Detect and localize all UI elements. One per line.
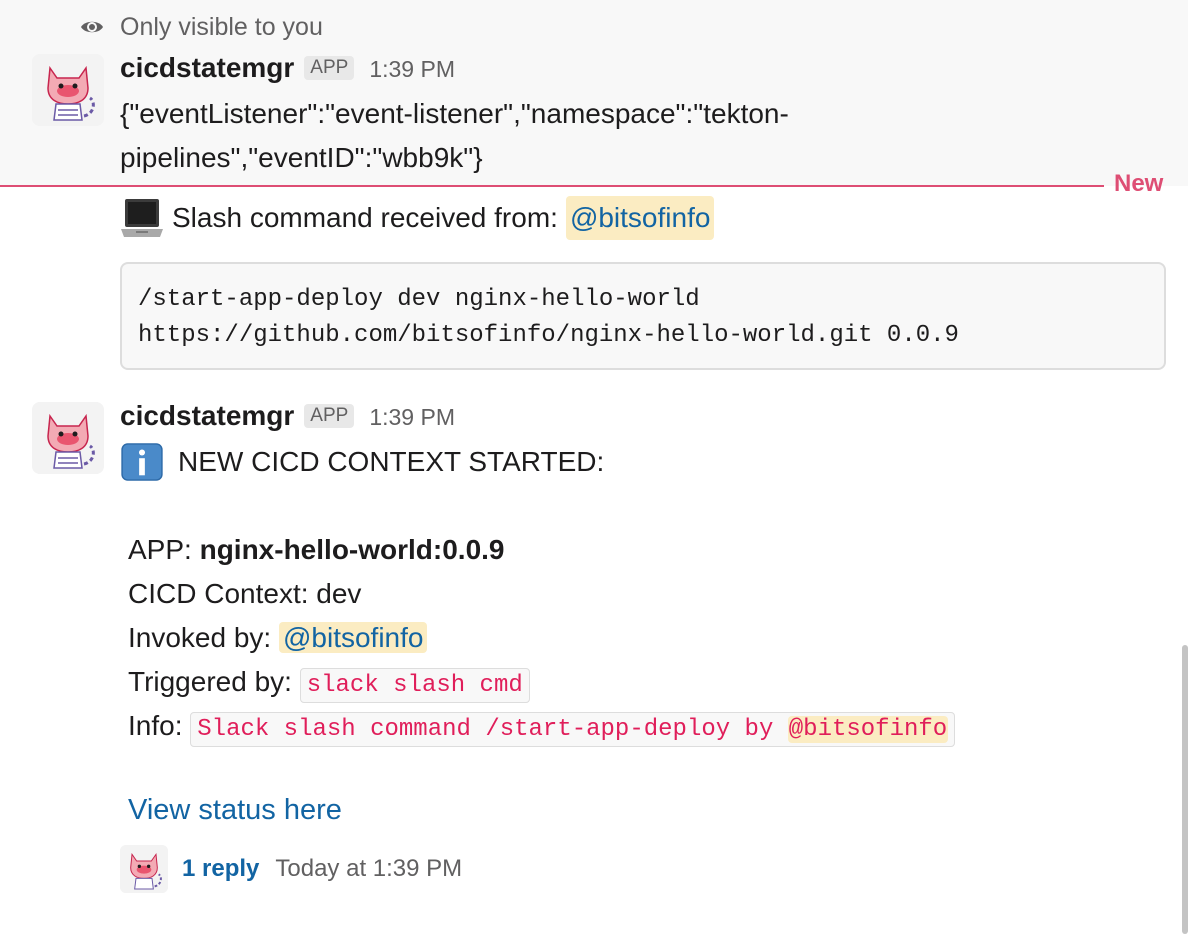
code-line: https://github.com/bitsofinfo/nginx-hell… [138,322,959,349]
message-text-line: {"eventListener":"event-listener","names… [120,98,789,129]
message-time[interactable]: 1:39 PM [369,404,455,431]
laptop-icon [121,199,163,237]
sender-name[interactable]: cicdstatemgr [120,400,294,432]
field-label: Triggered by: [128,666,292,697]
field-value: dev [316,578,362,609]
code-line: /start-app-deploy dev nginx-hello-world [138,286,700,313]
slash-command-text: Slash command received from: [172,202,558,233]
field-invoked-by: Invoked by: @bitsofinfo [128,616,428,660]
field-triggered-by: Triggered by: slack slash cmd [128,660,530,708]
field-cicd-context: CICD Context: dev [128,572,361,616]
message-time[interactable]: 1:39 PM [369,56,455,83]
heading-text: NEW CICD CONTEXT STARTED: [178,446,605,477]
field-label: Invoked by: [128,622,272,653]
message-header: cicdstatemgr APP 1:39 PM [120,52,455,84]
code-block: /start-app-deploy dev nginx-hello-world h… [120,262,1166,370]
ephemeral-message: Only visible to you cicdstatemgr APP 1:3… [0,0,1188,186]
thread-replies[interactable]: 1 reply Today at 1:39 PM [120,845,462,893]
message-header: cicdstatemgr APP 1:39 PM [120,400,455,432]
bot-avatar[interactable] [32,54,104,126]
inline-code-text: Slack slash command /start-app-deploy by [197,716,774,743]
field-app: APP: nginx-hello-world:0.0.9 [128,528,505,572]
field-label: CICD Context: [128,578,309,609]
visibility-text: Only visible to you [120,12,323,41]
context-heading: NEW CICD CONTEXT STARTED: [120,440,604,484]
field-label: APP: [128,534,192,565]
user-mention[interactable]: @bitsofinfo [787,716,949,743]
field-value: nginx-hello-world:0.0.9 [199,534,505,565]
field-label: Info: [128,710,183,741]
visibility-note: Only visible to you [80,12,323,42]
info-icon [121,443,163,481]
field-info: Info: Slack slash command /start-app-dep… [128,704,956,752]
reply-count[interactable]: 1 reply [182,855,259,883]
reply-avatar [120,845,168,893]
bot-avatar[interactable] [32,402,104,474]
cat-mascot-icon [32,54,104,126]
app-badge: APP [304,404,355,428]
cat-mascot-icon [120,845,168,893]
message-text: {"eventListener":"event-listener","names… [120,92,789,180]
inline-code: slack slash cmd [299,668,530,703]
eye-icon [81,21,103,33]
user-mention[interactable]: @bitsofinfo [278,622,428,653]
slash-command-message: Slash command received from: @bitsofinfo [120,196,715,240]
reply-time: Today at 1:39 PM [275,855,463,882]
app-badge: APP [304,56,355,80]
scrollbar[interactable] [1182,645,1188,934]
user-mention[interactable]: @bitsofinfo [565,196,715,240]
message-text-line: pipelines","eventID":"wbb9k"} [120,142,483,173]
cat-mascot-icon [32,402,104,474]
new-messages-divider [0,185,1104,187]
new-messages-label: New [1114,170,1164,197]
inline-code: Slack slash command /start-app-deploy by… [190,712,956,747]
sender-name[interactable]: cicdstatemgr [120,52,294,84]
view-status-link[interactable]: View status here [128,794,342,827]
